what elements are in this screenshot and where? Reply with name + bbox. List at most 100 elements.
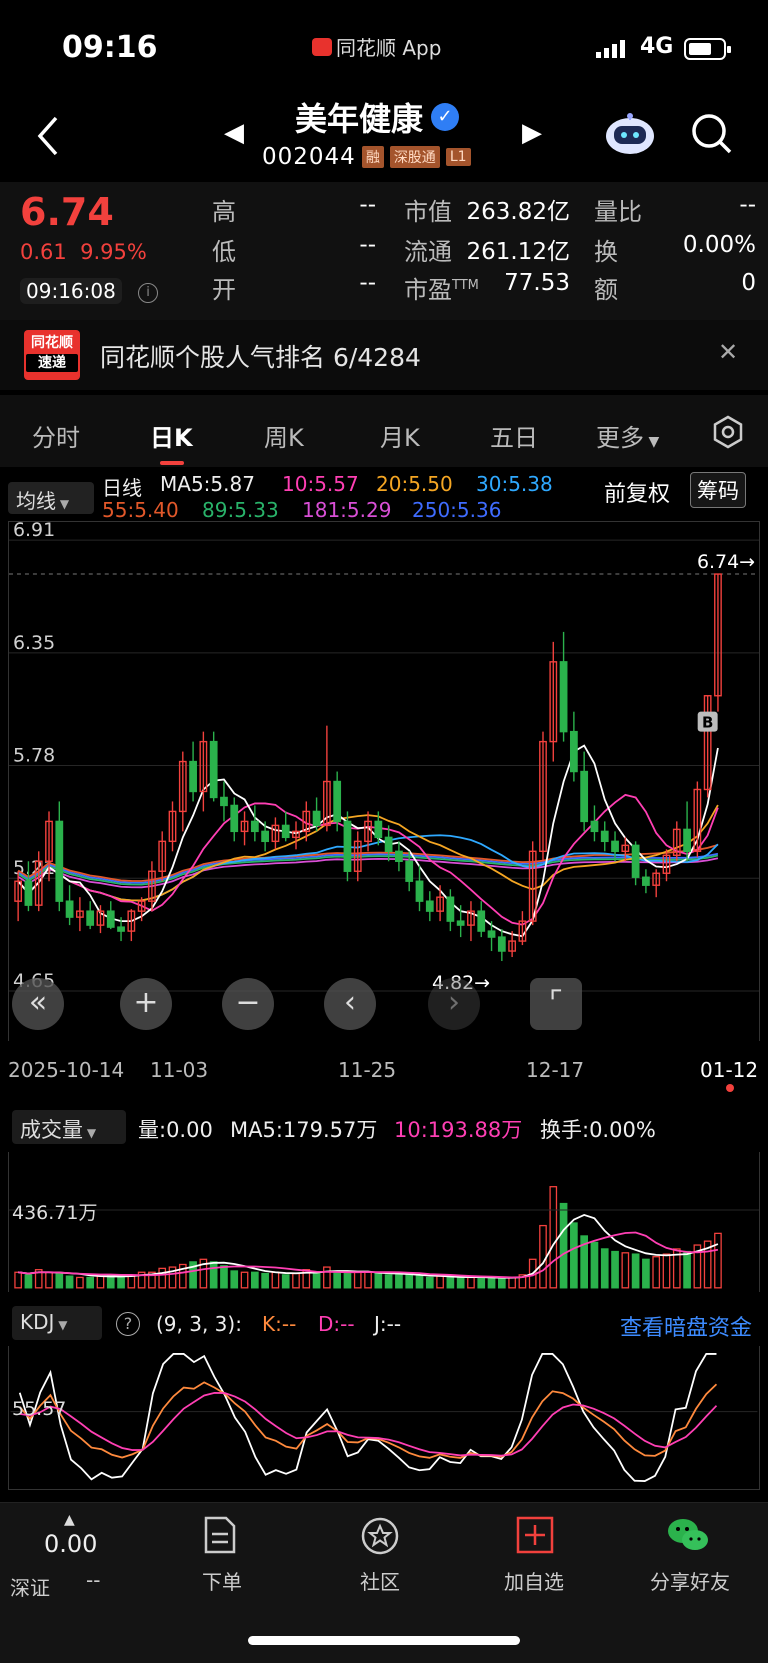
- nav-community[interactable]: 社区: [320, 1566, 440, 1595]
- nav-add-watchlist[interactable]: 加自选: [474, 1566, 594, 1595]
- chart-settings-icon[interactable]: [710, 414, 746, 450]
- candle-down: [281, 824, 290, 839]
- help-icon[interactable]: ?: [116, 1312, 140, 1336]
- kdj-chart[interactable]: [8, 1346, 760, 1490]
- last-price: 6.74: [20, 190, 114, 234]
- pan-left-icon[interactable]: ‹: [324, 978, 376, 1030]
- add-watchlist-icon[interactable]: [516, 1516, 554, 1554]
- order-icon[interactable]: [202, 1516, 238, 1554]
- market-index-change: --: [86, 1568, 101, 1592]
- kdj-select[interactable]: KDJ ▼: [12, 1306, 102, 1340]
- zoom-out-icon[interactable]: −: [222, 978, 274, 1030]
- signal-icon: [596, 40, 625, 58]
- tab-five-day[interactable]: 五日: [490, 418, 538, 453]
- volume-chart[interactable]: [8, 1152, 760, 1292]
- stock-name: 美年健康: [295, 100, 424, 138]
- buy-marker-label: B: [702, 714, 713, 732]
- volume-bar-down: [384, 1274, 393, 1289]
- float-label: 流通: [404, 238, 452, 266]
- date-label-4: 01-12: [700, 1058, 759, 1082]
- market-index-value[interactable]: 0.00: [44, 1530, 97, 1558]
- volume-bar-down: [487, 1276, 496, 1289]
- candle-down: [86, 910, 95, 926]
- candle-down: [24, 880, 33, 906]
- rewind-icon[interactable]: «: [12, 978, 64, 1030]
- date-label-3: 12-17: [526, 1058, 585, 1082]
- volume-bar-up: [467, 1276, 475, 1289]
- nav-share[interactable]: 分享好友: [630, 1566, 750, 1595]
- volume-bar-down: [117, 1275, 125, 1289]
- home-indicator: [248, 1636, 520, 1645]
- quote-time: 09:16:08: [20, 278, 122, 304]
- volume-bar-up: [158, 1267, 167, 1289]
- market-index-label[interactable]: 深证: [10, 1572, 50, 1601]
- volume-bar-down: [333, 1271, 342, 1289]
- wechat-icon[interactable]: [666, 1516, 710, 1554]
- ma30-value: 30:5.38: [476, 472, 553, 496]
- volume-bar-down: [559, 1202, 568, 1289]
- volume-bar-down: [395, 1274, 403, 1289]
- tab-weekly[interactable]: 周K: [264, 418, 304, 453]
- volume-bar-up: [127, 1275, 136, 1289]
- candle-down: [230, 804, 239, 833]
- candle-down: [497, 936, 506, 952]
- close-icon[interactable]: ✕: [718, 338, 738, 366]
- volume-bar-down: [55, 1272, 64, 1289]
- volume-bar-up: [714, 1232, 722, 1289]
- candle-down: [405, 860, 414, 882]
- kline-chart[interactable]: 6.916.355.785.214.656.74→4.82→ B: [8, 521, 760, 1041]
- volume-bar-up: [96, 1275, 105, 1289]
- ths-express-logo: 同花顺 速递: [24, 330, 80, 380]
- volume-bar-up: [14, 1271, 22, 1289]
- ma20-value: 20:5.50: [376, 472, 453, 496]
- info-icon[interactable]: i: [138, 283, 158, 303]
- tab-monthly[interactable]: 月K: [380, 418, 420, 453]
- tab-intraday[interactable]: 分时: [32, 418, 80, 453]
- volume-bar-down: [642, 1258, 650, 1289]
- volume-bar-down: [220, 1265, 228, 1289]
- status-time: 09:16: [62, 30, 158, 65]
- pan-right-icon[interactable]: ›: [428, 978, 480, 1030]
- community-icon[interactable]: [360, 1516, 400, 1556]
- volume-bar-down: [230, 1270, 239, 1289]
- fullscreen-icon[interactable]: ⌜: [530, 978, 582, 1030]
- volume-turnover: 换手:0.00%: [540, 1118, 656, 1142]
- ai-robot-icon[interactable]: [602, 110, 658, 156]
- nav-order[interactable]: 下单: [162, 1566, 282, 1595]
- candle-down: [559, 661, 568, 733]
- volume-bar-down: [405, 1274, 414, 1289]
- kdj-d-line: [19, 1391, 718, 1457]
- candle-down: [55, 820, 64, 902]
- volume-select[interactable]: 成交量 ▼: [12, 1110, 126, 1144]
- volume-bar-up: [353, 1271, 362, 1289]
- next-stock-arrow-icon[interactable]: ▶: [522, 118, 542, 148]
- date-label-1: 11-03: [150, 1058, 209, 1082]
- zoom-in-icon[interactable]: +: [120, 978, 172, 1030]
- turnover-value: 0.00%: [682, 232, 756, 258]
- candle-down: [189, 760, 197, 793]
- back-icon[interactable]: [30, 112, 70, 160]
- ths-app-icon: [312, 37, 332, 56]
- y-axis-label: 6.35: [13, 632, 55, 654]
- candle-down: [209, 740, 218, 799]
- volume-bar-up: [621, 1252, 630, 1289]
- ma181-value: 181:5.29: [302, 498, 392, 522]
- search-icon[interactable]: [690, 112, 734, 156]
- change-pct: 9.95%: [80, 240, 147, 264]
- ma10-value: 10:5.57: [282, 472, 359, 496]
- tab-daily[interactable]: 日K: [150, 418, 193, 453]
- candle-down: [250, 820, 259, 833]
- volume-bar-up: [240, 1271, 249, 1289]
- ma5-value: MA5:5.87: [160, 472, 255, 496]
- dark-pool-link[interactable]: 查看暗盘资金: [620, 1310, 752, 1342]
- volume-bar-up: [45, 1271, 53, 1289]
- tab-more[interactable]: 更多 ▼: [596, 418, 659, 453]
- candle-down: [683, 828, 691, 853]
- volume-bar-up: [652, 1256, 661, 1289]
- chip-distribution-button[interactable]: 筹码: [690, 472, 746, 508]
- prev-stock-arrow-icon[interactable]: ◀: [224, 118, 244, 148]
- adjust-mode[interactable]: 前复权: [604, 476, 670, 508]
- indicator-select[interactable]: 均线 ▼: [8, 482, 94, 514]
- volume-bar-up: [508, 1276, 516, 1289]
- date-label-0: 2025-10-14: [8, 1058, 125, 1082]
